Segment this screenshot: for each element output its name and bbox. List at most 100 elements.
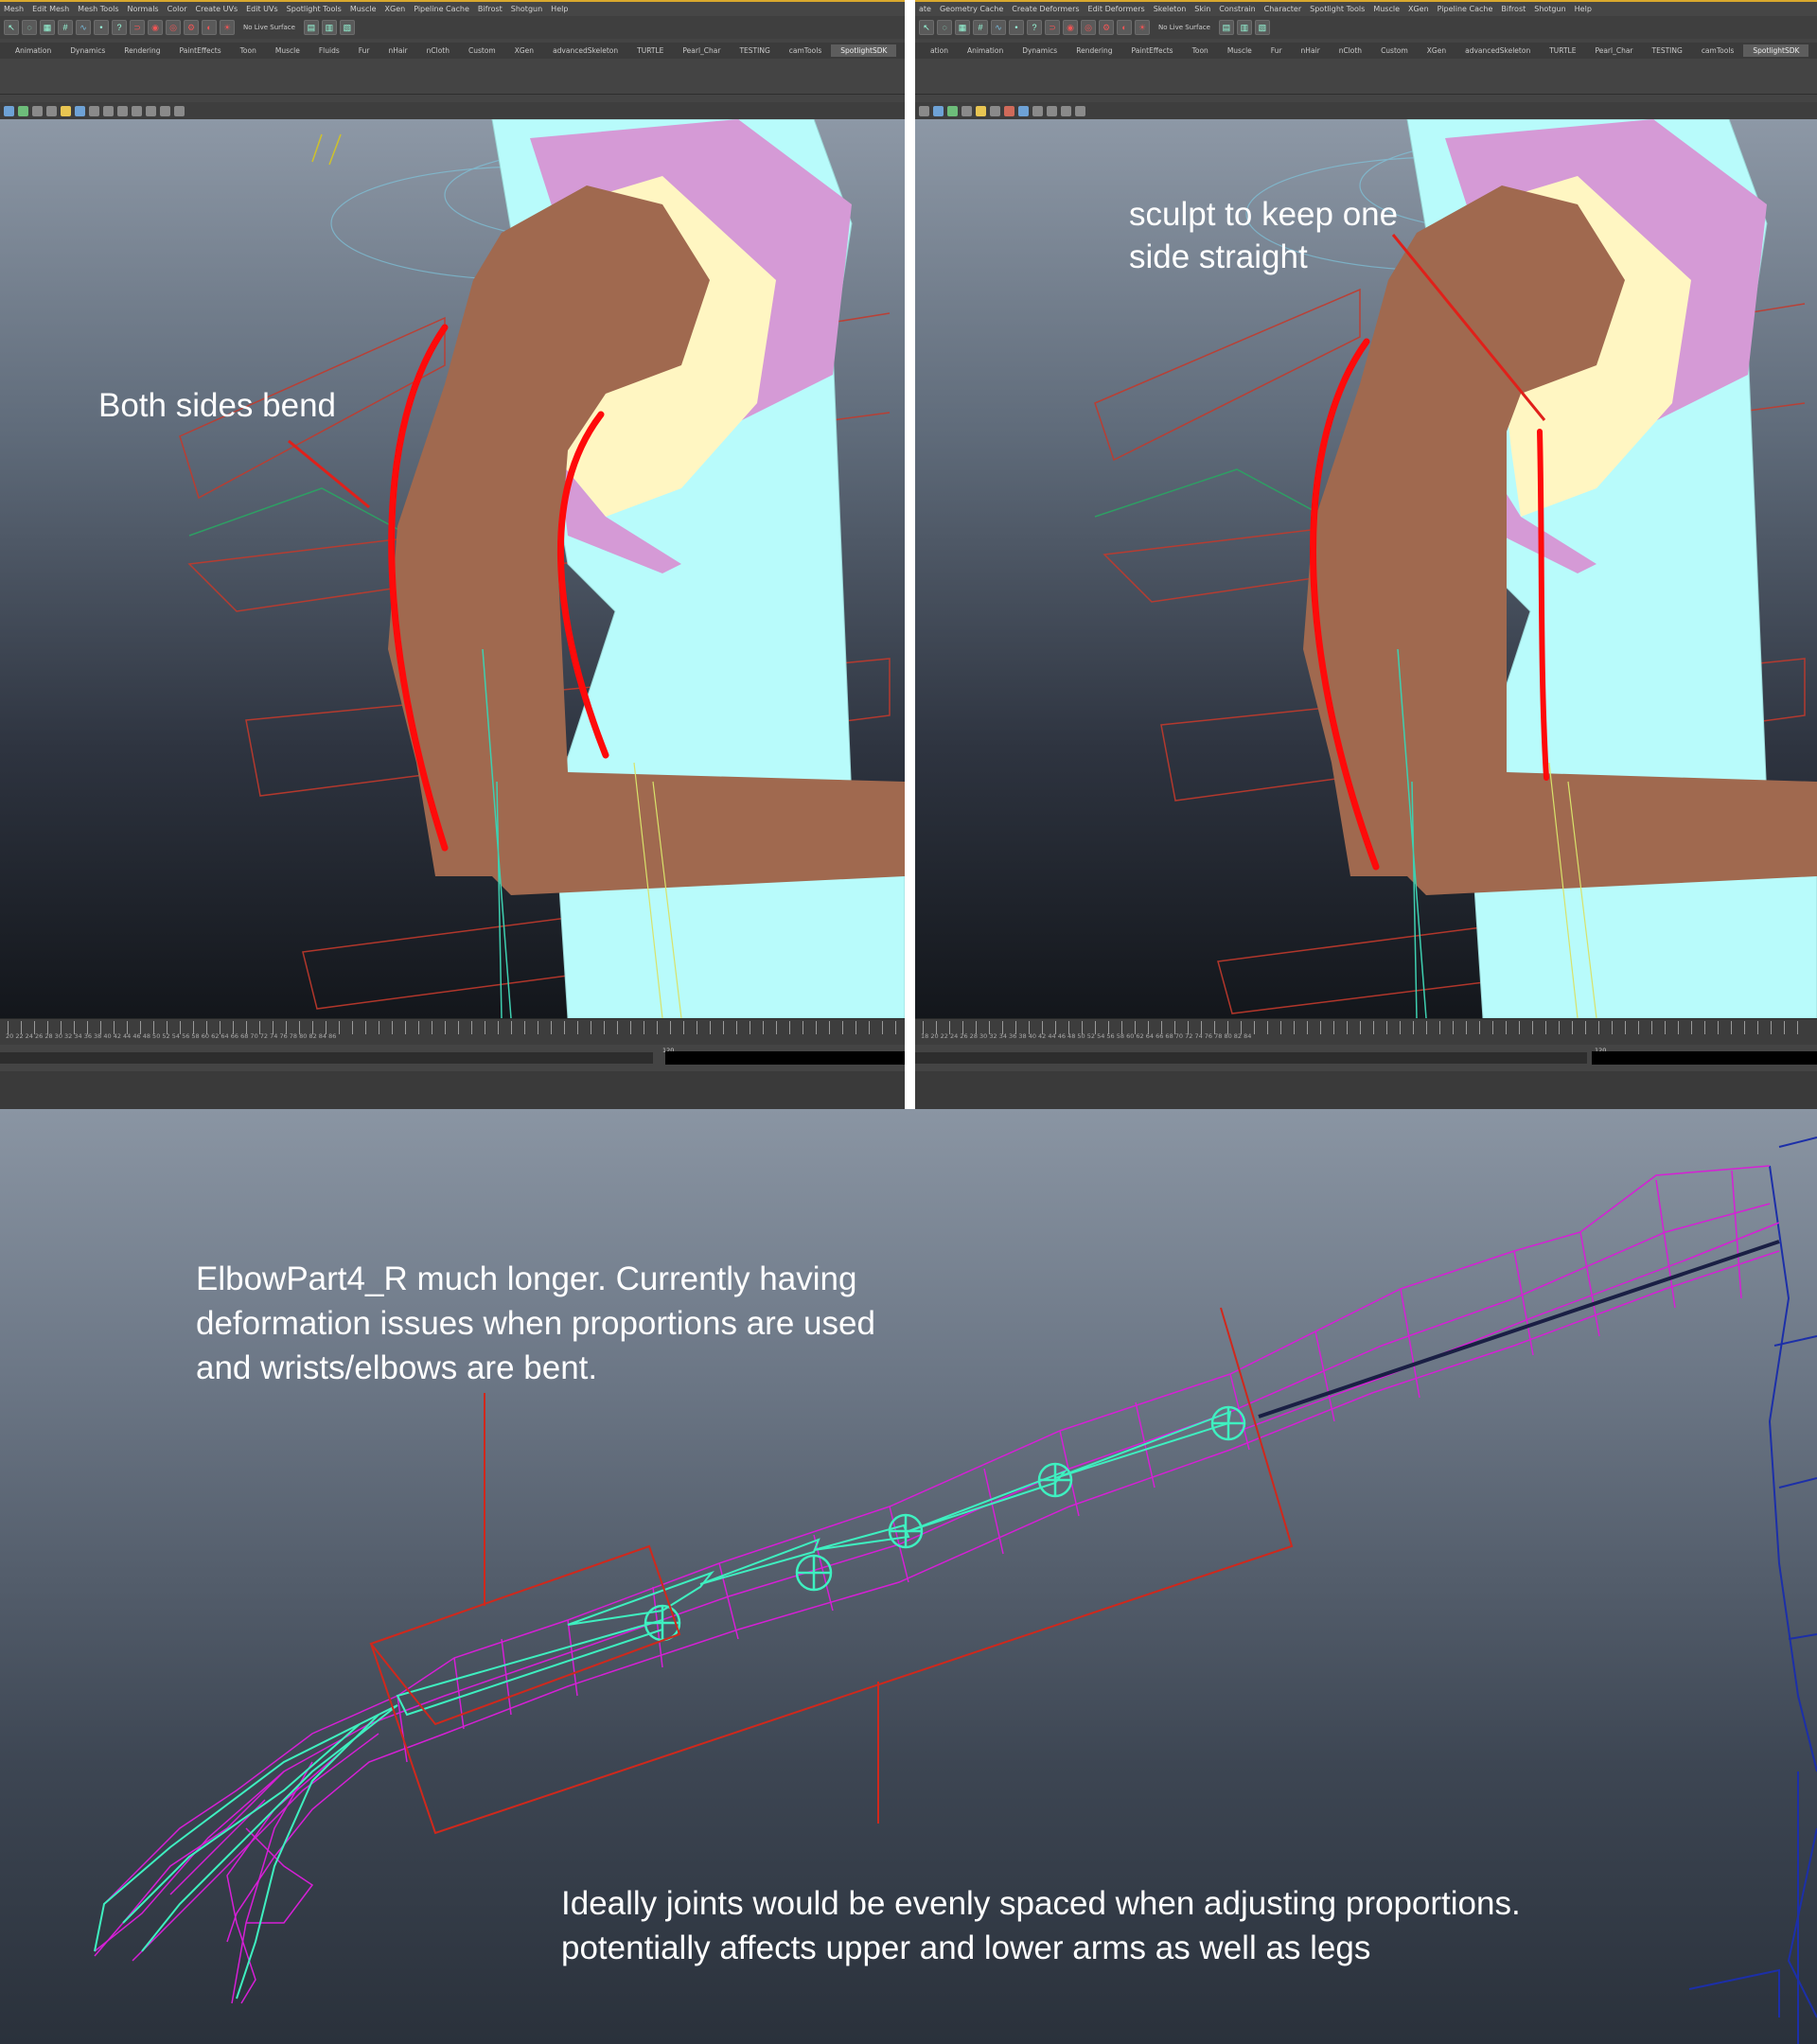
xray-icon[interactable] <box>1004 105 1014 116</box>
select-tool-icon[interactable]: ↖ <box>919 20 934 35</box>
resolution-gate-icon[interactable] <box>1061 105 1071 116</box>
lasso-icon[interactable]: ◌ <box>937 20 952 35</box>
left-menu-item-12[interactable]: Shotgun <box>511 5 542 13</box>
magnet-icon[interactable]: ⊃ <box>1045 20 1060 35</box>
light-editor-icon[interactable]: ☀ <box>1135 20 1150 35</box>
right-shelf-tab-3[interactable]: Rendering <box>1067 44 1121 57</box>
right-shelf-tab-2[interactable]: Dynamics <box>1013 44 1067 57</box>
field-chart-icon[interactable] <box>174 105 185 116</box>
right-menu-item-3[interactable]: Edit Deformers <box>1088 5 1145 13</box>
render-settings-icon[interactable]: ⚙ <box>184 20 199 35</box>
grid-toggle-icon[interactable] <box>18 105 28 116</box>
right-menu-item-9[interactable]: Muscle <box>1373 5 1400 13</box>
motion-blur-icon[interactable] <box>1047 105 1057 116</box>
left-menu-item-0[interactable]: Mesh <box>4 5 24 13</box>
left-shelf-tab-14[interactable]: Pearl_Char <box>673 44 730 57</box>
left-time-slider[interactable]: 20 22 24 26 28 30 32 34 36 38 40 42 44 4… <box>0 1018 905 1045</box>
lights-icon[interactable] <box>976 105 986 116</box>
camera-icon[interactable] <box>4 105 14 116</box>
right-shelf-tab-17[interactable]: SpotlightSDK <box>1743 44 1809 57</box>
left-shelf-tab-5[interactable]: Muscle <box>266 44 309 57</box>
left-menu-item-8[interactable]: Muscle <box>350 5 377 13</box>
channel-box-icon[interactable]: ▥ <box>1236 20 1252 35</box>
right-shelf-tab-15[interactable]: TESTING <box>1643 44 1692 57</box>
right-menu-item-12[interactable]: Bifrost <box>1501 5 1526 13</box>
right-menu-item-0[interactable]: ate <box>919 5 931 13</box>
right-shelf-tab-5[interactable]: Toon <box>1183 44 1218 57</box>
right-menu-item-8[interactable]: Spotlight Tools <box>1310 5 1365 13</box>
light-editor-icon[interactable]: ☀ <box>220 20 235 35</box>
attribute-editor-icon[interactable]: ▤ <box>303 20 319 35</box>
left-shelf-tab-2[interactable]: Rendering <box>115 44 169 57</box>
range-bar[interactable] <box>915 1052 1587 1064</box>
right-shelf-tab-13[interactable]: TURTLE <box>1540 44 1585 57</box>
right-shelf-tab-14[interactable]: Pearl_Char <box>1585 44 1642 57</box>
left-shelf-tab-12[interactable]: advancedSkeleton <box>543 44 627 57</box>
left-menu-item-2[interactable]: Mesh Tools <box>78 5 118 13</box>
tool-settings-icon[interactable]: ▧ <box>339 20 355 35</box>
channel-box-icon[interactable]: ▥ <box>321 20 337 35</box>
wireframe-icon[interactable] <box>32 105 43 116</box>
left-shelf-tab-0[interactable]: Animation <box>6 44 61 57</box>
film-gate-icon[interactable] <box>1075 105 1085 116</box>
right-menu-item-5[interactable]: Skin <box>1194 5 1210 13</box>
right-shelf-tab-10[interactable]: Custom <box>1371 44 1418 57</box>
range-end-field[interactable] <box>665 1051 905 1065</box>
right-viewport[interactable]: sculpt to keep one side straight <box>915 119 1817 1018</box>
left-shelf-tab-1[interactable]: Dynamics <box>61 44 115 57</box>
right-shelf-tab-1[interactable]: Animation <box>958 44 1013 57</box>
right-menu-item-10[interactable]: XGen <box>1408 5 1429 13</box>
right-time-slider[interactable]: 18 20 22 24 26 28 30 32 34 36 38 40 42 4… <box>915 1018 1817 1045</box>
right-menu-item-4[interactable]: Skeleton <box>1154 5 1187 13</box>
left-menu-item-10[interactable]: Pipeline Cache <box>414 5 469 13</box>
left-menu-item-5[interactable]: Create UVs <box>196 5 238 13</box>
right-menu-item-14[interactable]: Help <box>1575 5 1592 13</box>
right-menu-item-6[interactable]: Constrain <box>1219 5 1255 13</box>
wireframe-arm-viewport[interactable]: ElbowPart4_R much longer. Currently havi… <box>0 1109 1817 2044</box>
grid-toggle-icon[interactable] <box>933 105 944 116</box>
lights-icon[interactable] <box>61 105 71 116</box>
attribute-editor-icon[interactable]: ▤ <box>1218 20 1234 35</box>
left-shelf-tab-11[interactable]: XGen <box>505 44 543 57</box>
isolate-icon[interactable] <box>1018 105 1029 116</box>
left-shelf-tab-10[interactable]: Custom <box>459 44 505 57</box>
right-range-slider[interactable]: 120 <box>915 1045 1817 1071</box>
left-shelf-tab-17[interactable]: SpotlightSDK <box>831 44 897 57</box>
left-shelf-tab-15[interactable]: TESTING <box>730 44 779 57</box>
left-menu-item-9[interactable]: XGen <box>385 5 406 13</box>
shadows-icon[interactable] <box>990 105 1000 116</box>
snap-grid-icon[interactable]: # <box>58 20 73 35</box>
left-menu-item-11[interactable]: Bifrost <box>478 5 503 13</box>
left-shelf-tab-7[interactable]: Fur <box>349 44 379 57</box>
right-shelf-tab-7[interactable]: Fur <box>1261 44 1292 57</box>
hypershade-icon[interactable]: ◐ <box>1117 20 1132 35</box>
render-icon[interactable]: ◉ <box>1063 20 1078 35</box>
snap-point-icon[interactable]: • <box>94 20 109 35</box>
snap-point-icon[interactable]: • <box>1009 20 1024 35</box>
help-icon[interactable]: ? <box>112 20 127 35</box>
left-menu-item-7[interactable]: Spotlight Tools <box>287 5 342 13</box>
isolate-icon[interactable] <box>103 105 114 116</box>
snap-curve-icon[interactable]: ∿ <box>76 20 91 35</box>
range-end-field[interactable] <box>1592 1051 1817 1065</box>
xray-icon[interactable] <box>89 105 99 116</box>
wireframe-icon[interactable] <box>947 105 958 116</box>
left-shelf-tab-3[interactable]: PaintEffects <box>170 44 231 57</box>
resolution-gate-icon[interactable] <box>146 105 156 116</box>
left-shelf-tab-13[interactable]: TURTLE <box>627 44 673 57</box>
tool-settings-icon[interactable]: ▧ <box>1254 20 1270 35</box>
left-menu-item-6[interactable]: Edit UVs <box>246 5 278 13</box>
ssao-icon[interactable] <box>1032 105 1043 116</box>
left-shelf-tab-9[interactable]: nCloth <box>417 44 459 57</box>
paint-select-icon[interactable]: ▦ <box>955 20 970 35</box>
right-shelf-tab-12[interactable]: advancedSkeleton <box>1455 44 1540 57</box>
left-range-slider[interactable]: 120 <box>0 1045 905 1071</box>
right-shelf-tab-9[interactable]: nCloth <box>1330 44 1371 57</box>
left-menu-item-13[interactable]: Help <box>551 5 568 13</box>
left-shelf-tab-16[interactable]: camTools <box>780 44 832 57</box>
left-shelf-tab-8[interactable]: nHair <box>379 44 416 57</box>
right-menu-item-1[interactable]: Geometry Cache <box>940 5 1003 13</box>
left-menu-item-4[interactable]: Color <box>168 5 187 13</box>
magnet-icon[interactable]: ⊃ <box>130 20 145 35</box>
shadows-icon[interactable] <box>75 105 85 116</box>
